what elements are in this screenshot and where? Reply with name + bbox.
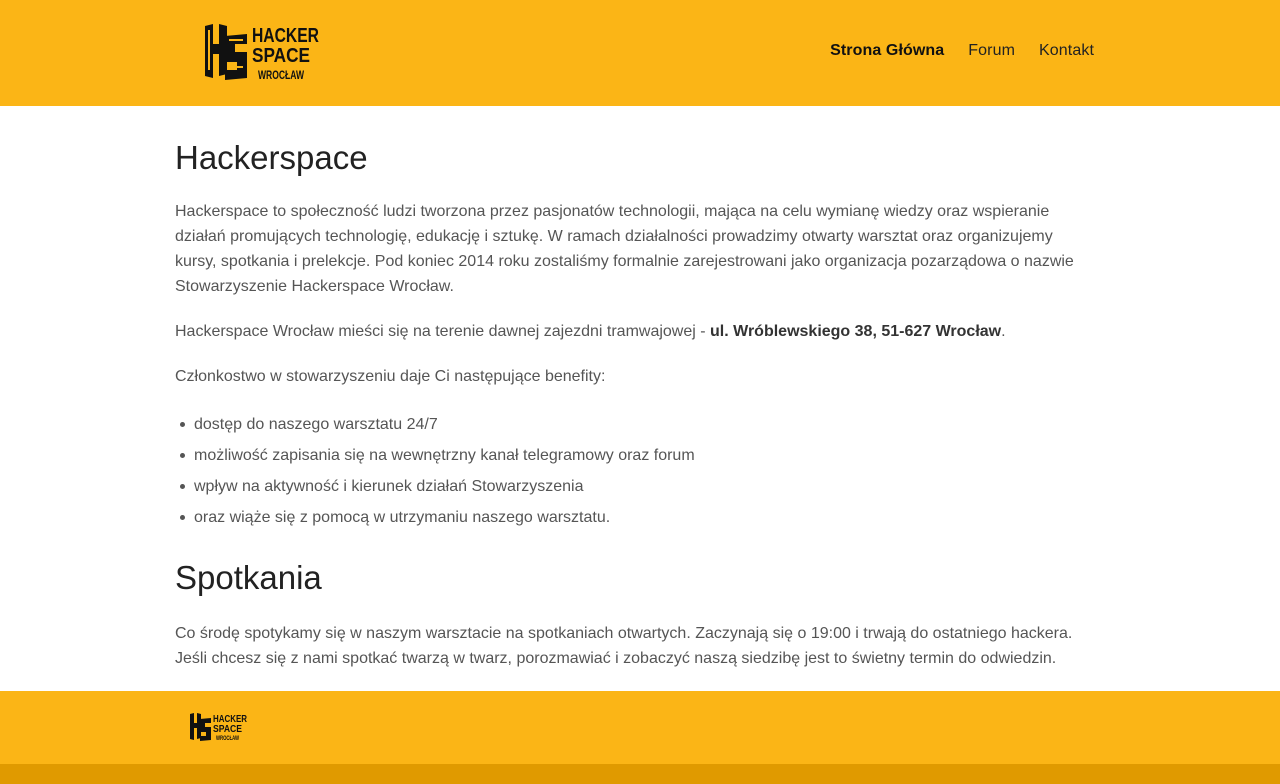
- logo-line-3: WROCŁAW: [258, 68, 304, 82]
- bottom-bar: [0, 764, 1280, 784]
- nav-link-contact[interactable]: Kontakt: [1039, 42, 1094, 60]
- benefits-list: dostęp do naszego warsztatu 24/7 możliwo…: [180, 409, 695, 533]
- benefit-text: wpływ na aktywność i kierunek działań St…: [194, 478, 584, 495]
- bullet-icon: [180, 422, 185, 427]
- nav-link-home[interactable]: Strona Główna: [830, 42, 944, 60]
- location-paragraph: Hackerspace Wrocław mieści się na tereni…: [175, 319, 1006, 344]
- bullet-icon: [180, 515, 185, 520]
- main-nav: Strona Główna Forum Kontakt: [830, 42, 1094, 60]
- location-address: ul. Wróblewskiego 38, 51-627 Wrocław: [710, 323, 1002, 340]
- benefit-text: dostęp do naszego warsztatu 24/7: [194, 416, 438, 433]
- meetings-paragraph: Co środę spotykamy się w naszym warsztac…: [175, 625, 1073, 667]
- intro-paragraph: Hackerspace to społeczność ludzi tworzon…: [175, 203, 1074, 295]
- footer-logo-line-3: WROCŁAW: [216, 736, 239, 742]
- section-title-spotkania: Spotkania: [175, 559, 322, 596]
- list-item: oraz wiąże się z pomocą w utrzymaniu nas…: [180, 502, 695, 533]
- hackerspace-logo[interactable]: HACKER SPACE WROCŁAW: [203, 22, 321, 84]
- logo-line-2: SPACE: [252, 45, 310, 67]
- list-item: możliwość zapisania się na wewnętrzny ka…: [180, 440, 695, 471]
- logo-line-1: HACKER: [252, 25, 319, 47]
- site-footer: HACKER SPACE WROCŁAW: [0, 691, 1280, 764]
- nav-link-forum[interactable]: Forum: [968, 42, 1015, 60]
- location-suffix: .: [1001, 323, 1006, 340]
- section-title-hackerspace: Hackerspace: [175, 139, 368, 176]
- benefit-text: możliwość zapisania się na wewnętrzny ka…: [194, 447, 695, 464]
- bullet-icon: [180, 453, 185, 458]
- site-header: HACKER SPACE WROCŁAW Strona Główna Forum…: [0, 0, 1280, 106]
- location-prefix: Hackerspace Wrocław mieści się na tereni…: [175, 323, 711, 340]
- bullet-icon: [180, 484, 185, 489]
- benefits-intro: Członkostwo w stowarzyszeniu daje Ci nas…: [175, 368, 606, 385]
- footer-logo-line-2: SPACE: [213, 724, 242, 735]
- footer-logo[interactable]: HACKER SPACE WROCŁAW: [189, 712, 249, 743]
- benefit-text: oraz wiąże się z pomocą w utrzymaniu nas…: [194, 509, 611, 526]
- list-item: dostęp do naszego warsztatu 24/7: [180, 409, 695, 440]
- list-item: wpływ na aktywność i kierunek działań St…: [180, 471, 695, 502]
